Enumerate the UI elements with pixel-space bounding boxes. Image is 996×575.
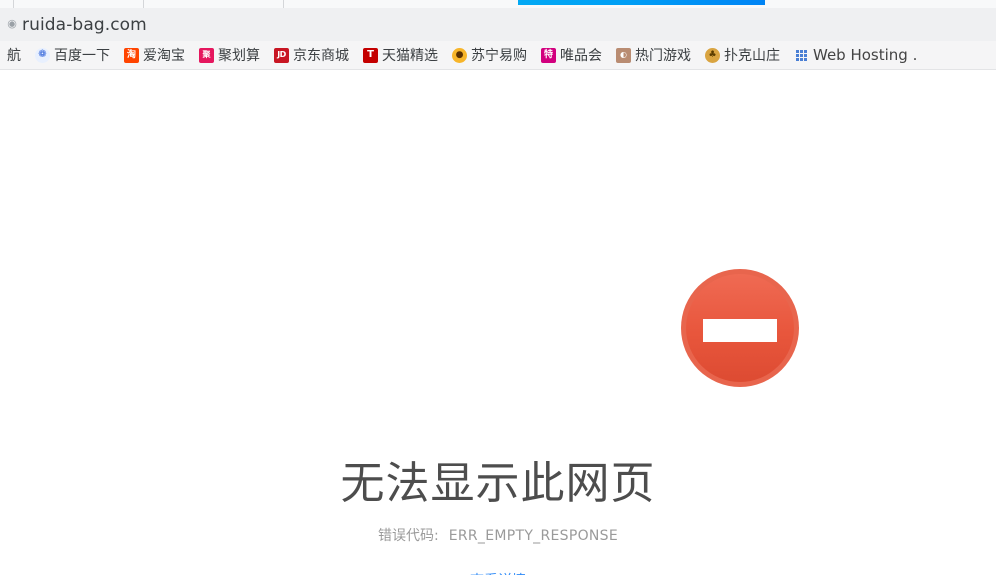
bookmarks-bar: 航 ❁ 百度一下淘爱淘宝聚聚划算 JD 京东商城 T 天猫精选 ● 苏宁易购特唯品会 ◐ 热门游戏 ♣… <box>0 41 996 70</box>
address-bar[interactable]: ◉ ruida-bag.com <box>0 8 996 41</box>
web-hosting-icon <box>794 48 809 63</box>
poker-icon: ♣ <box>705 47 720 63</box>
error-code-row: 错误代码: ERR_EMPTY_RESPONSE <box>0 525 996 545</box>
bookmark-item[interactable]: ● 苏宁易购 <box>445 45 534 65</box>
baidu-icon: ❁ <box>35 47 50 63</box>
error-title: 无法显示此网页 <box>340 458 656 509</box>
page-load-progress-bar <box>518 0 765 5</box>
bookmark-item[interactable]: T 天猫精选 <box>356 45 445 65</box>
bookmark-label: 热门游戏 <box>635 48 691 64</box>
address-bar-url[interactable]: ruida-bag.com <box>22 15 147 35</box>
tab-separator <box>283 0 284 8</box>
bookmark-item[interactable]: ◐ 热门游戏 <box>609 45 698 65</box>
tab-separator <box>13 0 14 8</box>
bookmark-label: 爱淘宝 <box>143 48 185 64</box>
bookmark-item[interactable]: 淘爱淘宝 <box>117 45 192 65</box>
browser-window: ◉ ruida-bag.com 航 ❁ 百度一下淘爱淘宝聚聚划算 JD 京东商城 T 天猫精… <box>0 0 996 575</box>
bookmark-label: Web Hosting . <box>813 46 918 64</box>
details-link-row: 查看详情 <box>0 570 996 575</box>
bookmark-label: 苏宁易购 <box>471 48 527 64</box>
tab-strip <box>0 0 996 8</box>
bookmark-item[interactable]: 航 <box>0 45 28 65</box>
bookmark-label: 京东商城 <box>293 48 349 64</box>
suning-icon: ● <box>452 47 467 63</box>
tab-separator <box>143 0 144 8</box>
bookmark-item[interactable]: 特唯品会 <box>534 45 609 65</box>
bookmark-label: 天猫精选 <box>382 48 438 64</box>
bookmark-item[interactable]: ♣ 扑克山庄 <box>698 45 787 65</box>
error-page: 无法显示此网页 错误代码:ERR_EMPTY_RESPONSE 查看详情 刷新 … <box>0 70 996 575</box>
error-code-label: 错误代码: <box>377 528 439 544</box>
jd-icon: JD <box>274 47 289 63</box>
error-code-value: ERR_EMPTY_RESPONSE <box>448 528 619 544</box>
bookmark-label: 百度一下 <box>54 48 110 64</box>
juhuasuan-icon: 聚 <box>199 47 214 63</box>
bookmark-item[interactable]: JD 京东商城 <box>267 45 356 65</box>
bookmark-label: 扑克山庄 <box>724 48 780 64</box>
vip-icon: 特 <box>541 47 556 63</box>
taobao-icon: 淘 <box>124 47 139 63</box>
bookmark-item[interactable]: 聚聚划算 <box>192 45 267 65</box>
bookmark-label: 航 <box>7 48 21 64</box>
bookmark-label: 唯品会 <box>560 48 602 64</box>
page-info-icon[interactable]: ◉ <box>2 19 22 30</box>
tmall-icon: T <box>363 47 378 63</box>
bookmark-item[interactable]: Web Hosting . <box>787 46 924 64</box>
bookmark-label: 聚划算 <box>218 48 260 64</box>
bookmark-item[interactable]: ❁ 百度一下 <box>28 45 117 65</box>
no-entry-icon <box>681 269 799 387</box>
games-icon: ◐ <box>616 47 631 63</box>
